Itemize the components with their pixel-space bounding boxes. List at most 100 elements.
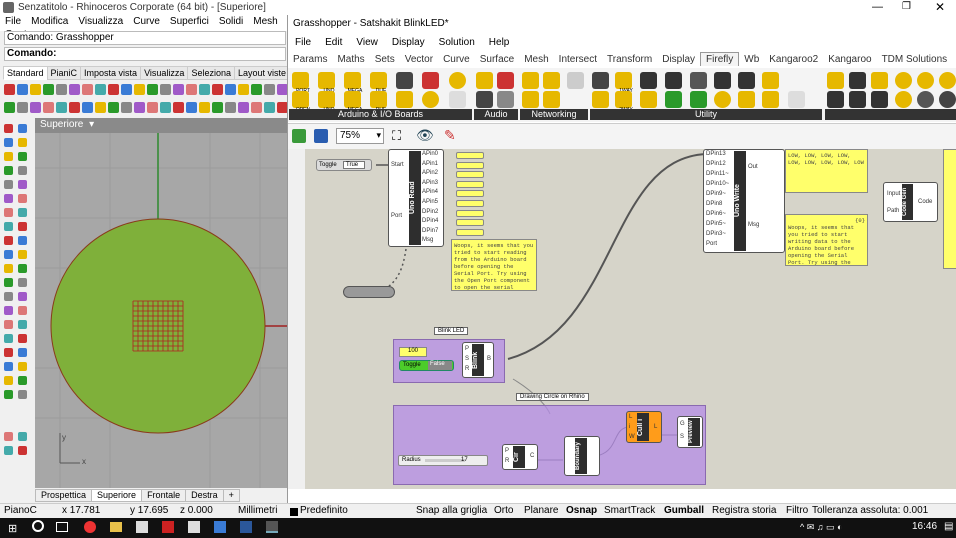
- restore-icon[interactable]: ❐: [902, 1, 911, 12]
- preview-eye-icon[interactable]: 👁: [416, 127, 434, 144]
- buffer-icon[interactable]: [714, 72, 731, 89]
- chevron-down-icon[interactable]: ▾: [89, 119, 94, 130]
- rhino-side-tool-icon[interactable]: [4, 138, 13, 147]
- tree-icon[interactable]: [827, 91, 844, 108]
- target-icon[interactable]: [917, 72, 934, 89]
- code-gen-component[interactable]: Input Path Code Gen Code: [883, 182, 938, 222]
- viewport-tab-front[interactable]: Frontale: [141, 489, 187, 502]
- rhino-side-tool-icon[interactable]: [4, 264, 13, 273]
- uno-read-value-panel[interactable]: [456, 180, 484, 188]
- tab-visualizza[interactable]: Visualizza: [140, 66, 189, 80]
- rhino-menu-view[interactable]: Visualizza: [73, 15, 128, 28]
- rhino-side-tool-icon[interactable]: [18, 320, 27, 329]
- checker-icon[interactable]: [917, 91, 934, 108]
- rhino-tool-icon[interactable]: [30, 101, 41, 113]
- status-default-layer[interactable]: Predefinito: [300, 505, 348, 516]
- wave-icon[interactable]: [665, 91, 682, 108]
- stack-icon[interactable]: [871, 72, 888, 89]
- two-way-icon[interactable]: 2WAY: [615, 91, 633, 113]
- rhino-tool-icon[interactable]: [56, 83, 67, 95]
- status-layer-plane[interactable]: PianoC: [4, 505, 37, 516]
- uno-read-value-panel[interactable]: [456, 171, 484, 179]
- rhino-side-tool-icon[interactable]: [18, 390, 27, 399]
- gh-tab-kangaroo[interactable]: Kangaroo: [823, 53, 876, 66]
- uno-read-icon[interactable]: UNO: [318, 72, 335, 94]
- rhino-side-tool-icon[interactable]: [4, 390, 13, 399]
- bits-icon[interactable]: [762, 91, 779, 108]
- cull-index-component[interactable]: L i W Cull i L: [626, 411, 662, 443]
- status-snap-grid[interactable]: Snap alla griglia: [416, 505, 487, 516]
- blink-toggle[interactable]: Toggle False: [399, 360, 454, 371]
- notification-icon[interactable]: ▤: [944, 521, 953, 532]
- xml-icon[interactable]: [567, 72, 584, 89]
- rhino-taskbar-icon[interactable]: [266, 521, 278, 533]
- user-icon[interactable]: [871, 91, 888, 108]
- grid-icon[interactable]: [738, 72, 755, 89]
- rhino-tool-icon[interactable]: [4, 101, 15, 113]
- chrome-icon[interactable]: [84, 521, 96, 533]
- rhino-tool-icon[interactable]: [199, 101, 210, 113]
- status-osnap[interactable]: Osnap: [566, 505, 597, 516]
- rhino-viewport-top[interactable]: y x: [35, 118, 287, 488]
- toggle-true[interactable]: Toggle True: [316, 159, 372, 171]
- rhino-tool-icon[interactable]: [108, 101, 119, 113]
- viewport-tab-right[interactable]: Destra: [185, 489, 224, 502]
- brush-icon[interactable]: [827, 72, 844, 89]
- rhino-side-tool-icon[interactable]: [18, 334, 27, 343]
- counter-icon[interactable]: [665, 72, 682, 89]
- rhino-side-tool-icon[interactable]: [18, 166, 27, 175]
- rhino-side-tool-icon[interactable]: [18, 250, 27, 259]
- rhino-tool-icon[interactable]: [69, 101, 80, 113]
- face-icon[interactable]: [449, 72, 466, 89]
- viewport-title[interactable]: Superiore ▾: [35, 118, 287, 133]
- group-drawing-circle[interactable]: Radius 17 P R Cir C Boundary L i W Cull …: [393, 405, 706, 485]
- status-gumball[interactable]: Gumball: [664, 505, 704, 516]
- rhino-tool-icon[interactable]: [82, 101, 93, 113]
- rhino-side-tool-icon[interactable]: [4, 376, 13, 385]
- rhino-tool-icon[interactable]: [212, 101, 223, 113]
- rhino-side-tool-icon[interactable]: [4, 250, 13, 259]
- viewport-tab-perspective[interactable]: Prospettica: [35, 489, 93, 502]
- search-icon[interactable]: [32, 520, 44, 532]
- percent-icon[interactable]: [422, 72, 439, 89]
- rhino-side-tool-icon[interactable]: [4, 180, 13, 189]
- glasses-icon[interactable]: [690, 72, 707, 89]
- gh-tab-display[interactable]: Display: [657, 53, 700, 66]
- rhino-tool-icon[interactable]: [225, 101, 236, 113]
- panel-read-warning[interactable]: Woops, it seems that you tried to start …: [451, 239, 537, 291]
- rhino-tool-icon[interactable]: [173, 101, 184, 113]
- bulb-icon[interactable]: [738, 91, 755, 108]
- rhino-menu-mesh[interactable]: Mesh: [248, 15, 282, 28]
- rhino-side-tool-icon[interactable]: [18, 362, 27, 371]
- camera-icon[interactable]: [849, 91, 866, 108]
- open-port-icon[interactable]: OPEN: [292, 91, 310, 113]
- sun-icon[interactable]: [895, 72, 912, 89]
- one-way-icon[interactable]: 1WAY: [615, 72, 633, 94]
- rhino-tool-icon[interactable]: [264, 83, 275, 95]
- rhino-tool-icon[interactable]: [147, 101, 158, 113]
- due-read-icon[interactable]: DUE: [370, 72, 387, 94]
- clock[interactable]: 16:46: [912, 521, 937, 532]
- task-view-icon[interactable]: [56, 522, 68, 532]
- open-port-capsule[interactable]: [343, 286, 395, 298]
- gh-tab-firefly[interactable]: Firefly: [700, 52, 740, 66]
- triangle-wave-icon[interactable]: [690, 91, 707, 108]
- rhino-side-tool-icon[interactable]: [4, 222, 13, 231]
- word-icon[interactable]: [240, 521, 252, 533]
- panel-write-warning[interactable]: {0} Woops, it seems that you tried to st…: [785, 214, 868, 266]
- preview-component[interactable]: G S Preview: [677, 416, 703, 448]
- gh-tab-kangaroo2[interactable]: Kangaroo2: [764, 53, 823, 66]
- gh-tab-surface[interactable]: Surface: [475, 53, 519, 66]
- waveform-icon[interactable]: [476, 72, 493, 89]
- rhino-tool-icon[interactable]: [30, 83, 41, 95]
- rhino-tool-icon[interactable]: [238, 83, 249, 95]
- mega-write-icon[interactable]: MEGA: [344, 91, 362, 113]
- zoom-select[interactable]: 75% ▾: [336, 128, 384, 144]
- rhino-side-tool-icon[interactable]: [18, 292, 27, 301]
- mega-read-icon[interactable]: MEGA: [344, 72, 362, 94]
- gh-tab-transform[interactable]: Transform: [602, 53, 657, 66]
- rhino-side-tool-icon[interactable]: [18, 446, 27, 455]
- rhino-side-tool-icon[interactable]: [4, 278, 13, 287]
- rhino-tool-icon[interactable]: [43, 83, 54, 95]
- rhino-tool-icon[interactable]: [199, 83, 210, 95]
